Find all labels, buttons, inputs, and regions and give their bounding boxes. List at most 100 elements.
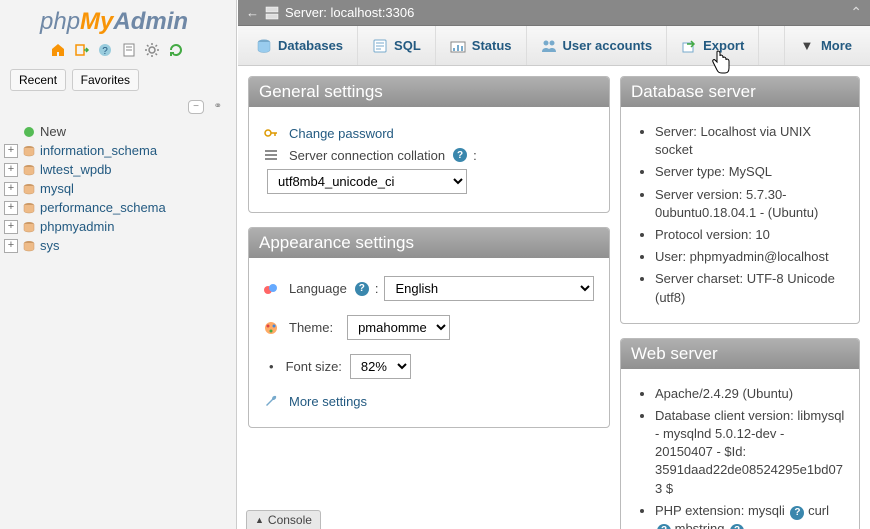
panel-heading: General settings [249,77,609,107]
theme-label: Theme: [289,320,333,335]
logout-icon[interactable] [74,42,92,60]
breadcrumb-server[interactable]: Server: localhost:3306 [285,5,414,20]
tab-export[interactable]: Export [667,26,759,65]
web-server-panel: Web server Apache/2.4.29 (Ubuntu) Databa… [620,338,860,529]
general-settings-panel: General settings Change password Server … [248,76,610,213]
tab-label: Export [703,38,744,53]
sidebar-tabs: Recent Favorites [0,69,236,97]
expand-icon[interactable]: + [4,239,18,253]
expand-icon[interactable]: + [4,220,18,234]
gear-icon[interactable] [144,42,162,60]
panel-heading: Appearance settings [249,228,609,258]
tab-more[interactable]: ▼ More [784,26,866,65]
change-password-link[interactable]: Change password [289,126,394,141]
tab-label: More [821,38,852,53]
fontsize-label: Font size: [286,359,342,374]
db-item[interactable]: + performance_schema [4,198,232,217]
link-tree-icon[interactable]: ⚭ [210,101,226,113]
language-icon [263,281,279,297]
main-area: ← Server: localhost:3306 ⌃ Databases SQL… [238,0,870,529]
tab-label: Databases [278,38,343,53]
language-select[interactable]: English [384,276,594,301]
top-navigation: Databases SQL Status User accounts Expor… [238,26,870,66]
sql-doc-icon[interactable] [121,42,139,60]
info-item: Server charset: UTF-8 Unicode (utf8) [655,270,845,306]
collapse-top-icon[interactable]: ⌃ [850,4,862,21]
nav-icon-row: ? [0,40,236,69]
tab-sql[interactable]: SQL [358,26,436,65]
collation-label: Server connection collation [289,148,445,163]
database-icon [22,144,36,158]
help-icon[interactable]: ? [355,282,369,296]
db-item[interactable]: + lwtest_wpdb [4,160,232,179]
db-label: information_schema [40,143,157,158]
database-icon [256,38,272,54]
database-icon [22,182,36,196]
db-item[interactable]: + phpmyadmin [4,217,232,236]
fontsize-select[interactable]: 82% [350,354,411,379]
help-icon[interactable]: ? [657,524,671,529]
db-item[interactable]: + mysql [4,179,232,198]
home-icon[interactable] [50,42,68,60]
tab-user-accounts[interactable]: User accounts [527,26,668,65]
expand-icon[interactable]: + [4,182,18,196]
language-label: Language [289,281,347,296]
help-icon[interactable]: ? [453,148,467,162]
server-icon [265,6,279,20]
expand-icon[interactable]: + [4,144,18,158]
db-label: phpmyadmin [40,219,114,234]
new-dot-icon [24,127,34,137]
db-item[interactable]: + information_schema [4,141,232,160]
info-item: Server version: 5.7.30-0ubuntu0.18.04.1 … [655,186,845,222]
db-label: performance_schema [40,200,166,215]
theme-select[interactable]: pmahomme [347,315,450,340]
svg-text:?: ? [102,46,108,57]
triangle-up-icon: ▲ [255,515,264,525]
dropdown-icon: ▼ [799,38,815,54]
collation-select[interactable]: utf8mb4_unicode_ci [267,169,467,194]
left-sidebar: phpMyAdmin ? Recent Favorites − ⚭ [0,0,237,529]
info-item: Database client version: libmysql - mysq… [655,407,845,498]
info-item: User: phpmyadmin@localhost [655,248,845,266]
expand-icon[interactable]: + [4,163,18,177]
database-icon [22,220,36,234]
content-area: General settings Change password Server … [238,66,870,529]
recent-tab[interactable]: Recent [10,69,66,91]
status-icon [450,38,466,54]
db-label: sys [40,238,60,253]
favorites-tab[interactable]: Favorites [72,69,139,91]
database-server-panel: Database server Server: Localhost via UN… [620,76,860,324]
tab-databases[interactable]: Databases [242,26,358,65]
console-toggle[interactable]: ▲ Console [246,510,321,529]
expand-icon[interactable]: + [4,201,18,215]
wrench-icon [263,393,279,409]
appearance-settings-panel: Appearance settings Language ?: English … [248,227,610,428]
tab-label: Status [472,38,512,53]
database-tree: New + information_schema + lwtest_wpdb +… [0,120,236,257]
info-item: Apache/2.4.29 (Ubuntu) [655,385,845,403]
reload-icon[interactable] [168,42,186,60]
docs-icon[interactable]: ? [97,42,115,60]
new-database-link[interactable]: New [4,122,232,141]
collapse-tree-icon[interactable]: − [188,100,204,114]
tab-status[interactable]: Status [436,26,527,65]
info-item: Protocol version: 10 [655,226,845,244]
info-item: Server type: MySQL [655,163,845,181]
database-icon [22,163,36,177]
help-icon[interactable]: ? [790,506,804,520]
export-icon [681,38,697,54]
console-label: Console [268,513,312,527]
more-settings-link[interactable]: More settings [289,394,367,409]
phpmyadmin-logo[interactable]: phpMyAdmin [0,0,236,40]
sql-icon [372,38,388,54]
db-label: mysql [40,181,74,196]
panel-heading: Web server [621,339,859,369]
info-item: PHP extension: mysqli ? curl ? mbstring … [655,502,845,529]
new-label: New [40,124,66,139]
tab-label: User accounts [563,38,653,53]
theme-icon [263,320,279,336]
db-item[interactable]: + sys [4,236,232,255]
help-icon[interactable]: ? [730,524,744,529]
users-icon [541,38,557,54]
tab-label: SQL [394,38,421,53]
